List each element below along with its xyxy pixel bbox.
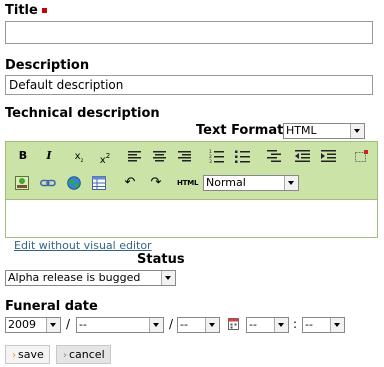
description-input[interactable]: Default description xyxy=(5,75,373,95)
save-button[interactable]: › save xyxy=(5,345,50,364)
chevron-down-icon xyxy=(149,318,163,332)
ordered-list-icon[interactable]: 123 xyxy=(209,149,225,163)
cancel-button[interactable]: › cancel xyxy=(56,345,111,364)
italic-button[interactable]: I xyxy=(39,147,59,165)
chevron-down-icon xyxy=(274,318,288,332)
editor-content-area[interactable] xyxy=(5,200,378,238)
chevron-down-icon xyxy=(330,318,344,332)
definition-list-icon[interactable] xyxy=(267,149,283,163)
status-label: Status xyxy=(137,252,185,267)
text-format-select[interactable]: HTML xyxy=(283,123,365,139)
title-label: Title xyxy=(5,3,47,18)
svg-text:3: 3 xyxy=(209,159,212,163)
chevron-down-icon xyxy=(205,318,219,332)
minute-select[interactable]: -- xyxy=(302,317,345,333)
globe-icon[interactable] xyxy=(67,176,81,190)
editor-toolbar: B I x₂ x2 123 ↶ ↷ HTML Normal xyxy=(5,141,378,200)
image-icon[interactable] xyxy=(15,176,29,190)
edit-without-visual-editor-link[interactable]: Edit without visual editor xyxy=(14,239,152,252)
month-select[interactable]: -- xyxy=(76,317,164,333)
chevron-down-icon xyxy=(350,124,364,138)
status-select[interactable]: Alpha release is bugged xyxy=(5,270,176,286)
html-source-button[interactable]: HTML xyxy=(177,179,198,187)
date-separator: / xyxy=(66,317,71,331)
chevron-down-icon xyxy=(46,318,60,332)
description-label: Description xyxy=(5,58,90,73)
superscript-button[interactable]: x2 xyxy=(95,147,115,166)
funeral-date-label: Funeral date xyxy=(5,299,98,314)
fullscreen-icon[interactable] xyxy=(355,150,369,162)
text-format-label: Text Format xyxy=(196,123,284,138)
day-select[interactable]: -- xyxy=(177,317,220,333)
hour-select[interactable]: -- xyxy=(246,317,289,333)
technical-description-label: Technical description xyxy=(5,106,160,121)
time-separator: : xyxy=(293,317,298,331)
paragraph-format-select[interactable]: Normal xyxy=(203,175,299,191)
bullet-list-icon[interactable] xyxy=(235,149,251,163)
save-icon: › xyxy=(12,350,16,361)
cancel-icon: › xyxy=(63,350,67,361)
year-select[interactable]: 2009 xyxy=(5,317,61,333)
align-right-icon[interactable] xyxy=(178,151,192,162)
indent-icon[interactable] xyxy=(321,149,337,163)
link-icon[interactable] xyxy=(40,178,56,188)
undo-icon[interactable]: ↶ xyxy=(120,174,140,192)
table-icon[interactable] xyxy=(92,176,106,190)
chevron-down-icon xyxy=(161,271,175,285)
calendar-icon[interactable] xyxy=(228,317,239,330)
align-center-icon[interactable] xyxy=(153,151,167,162)
subscript-button[interactable]: x₂ xyxy=(69,147,89,165)
chevron-down-icon xyxy=(284,176,298,190)
redo-icon[interactable]: ↷ xyxy=(146,174,166,192)
date-separator: / xyxy=(169,317,174,331)
bold-button[interactable]: B xyxy=(13,147,33,165)
title-input[interactable] xyxy=(5,21,373,44)
align-left-icon[interactable] xyxy=(128,151,142,162)
outdent-icon[interactable] xyxy=(295,149,311,163)
required-marker-icon xyxy=(41,8,47,13)
